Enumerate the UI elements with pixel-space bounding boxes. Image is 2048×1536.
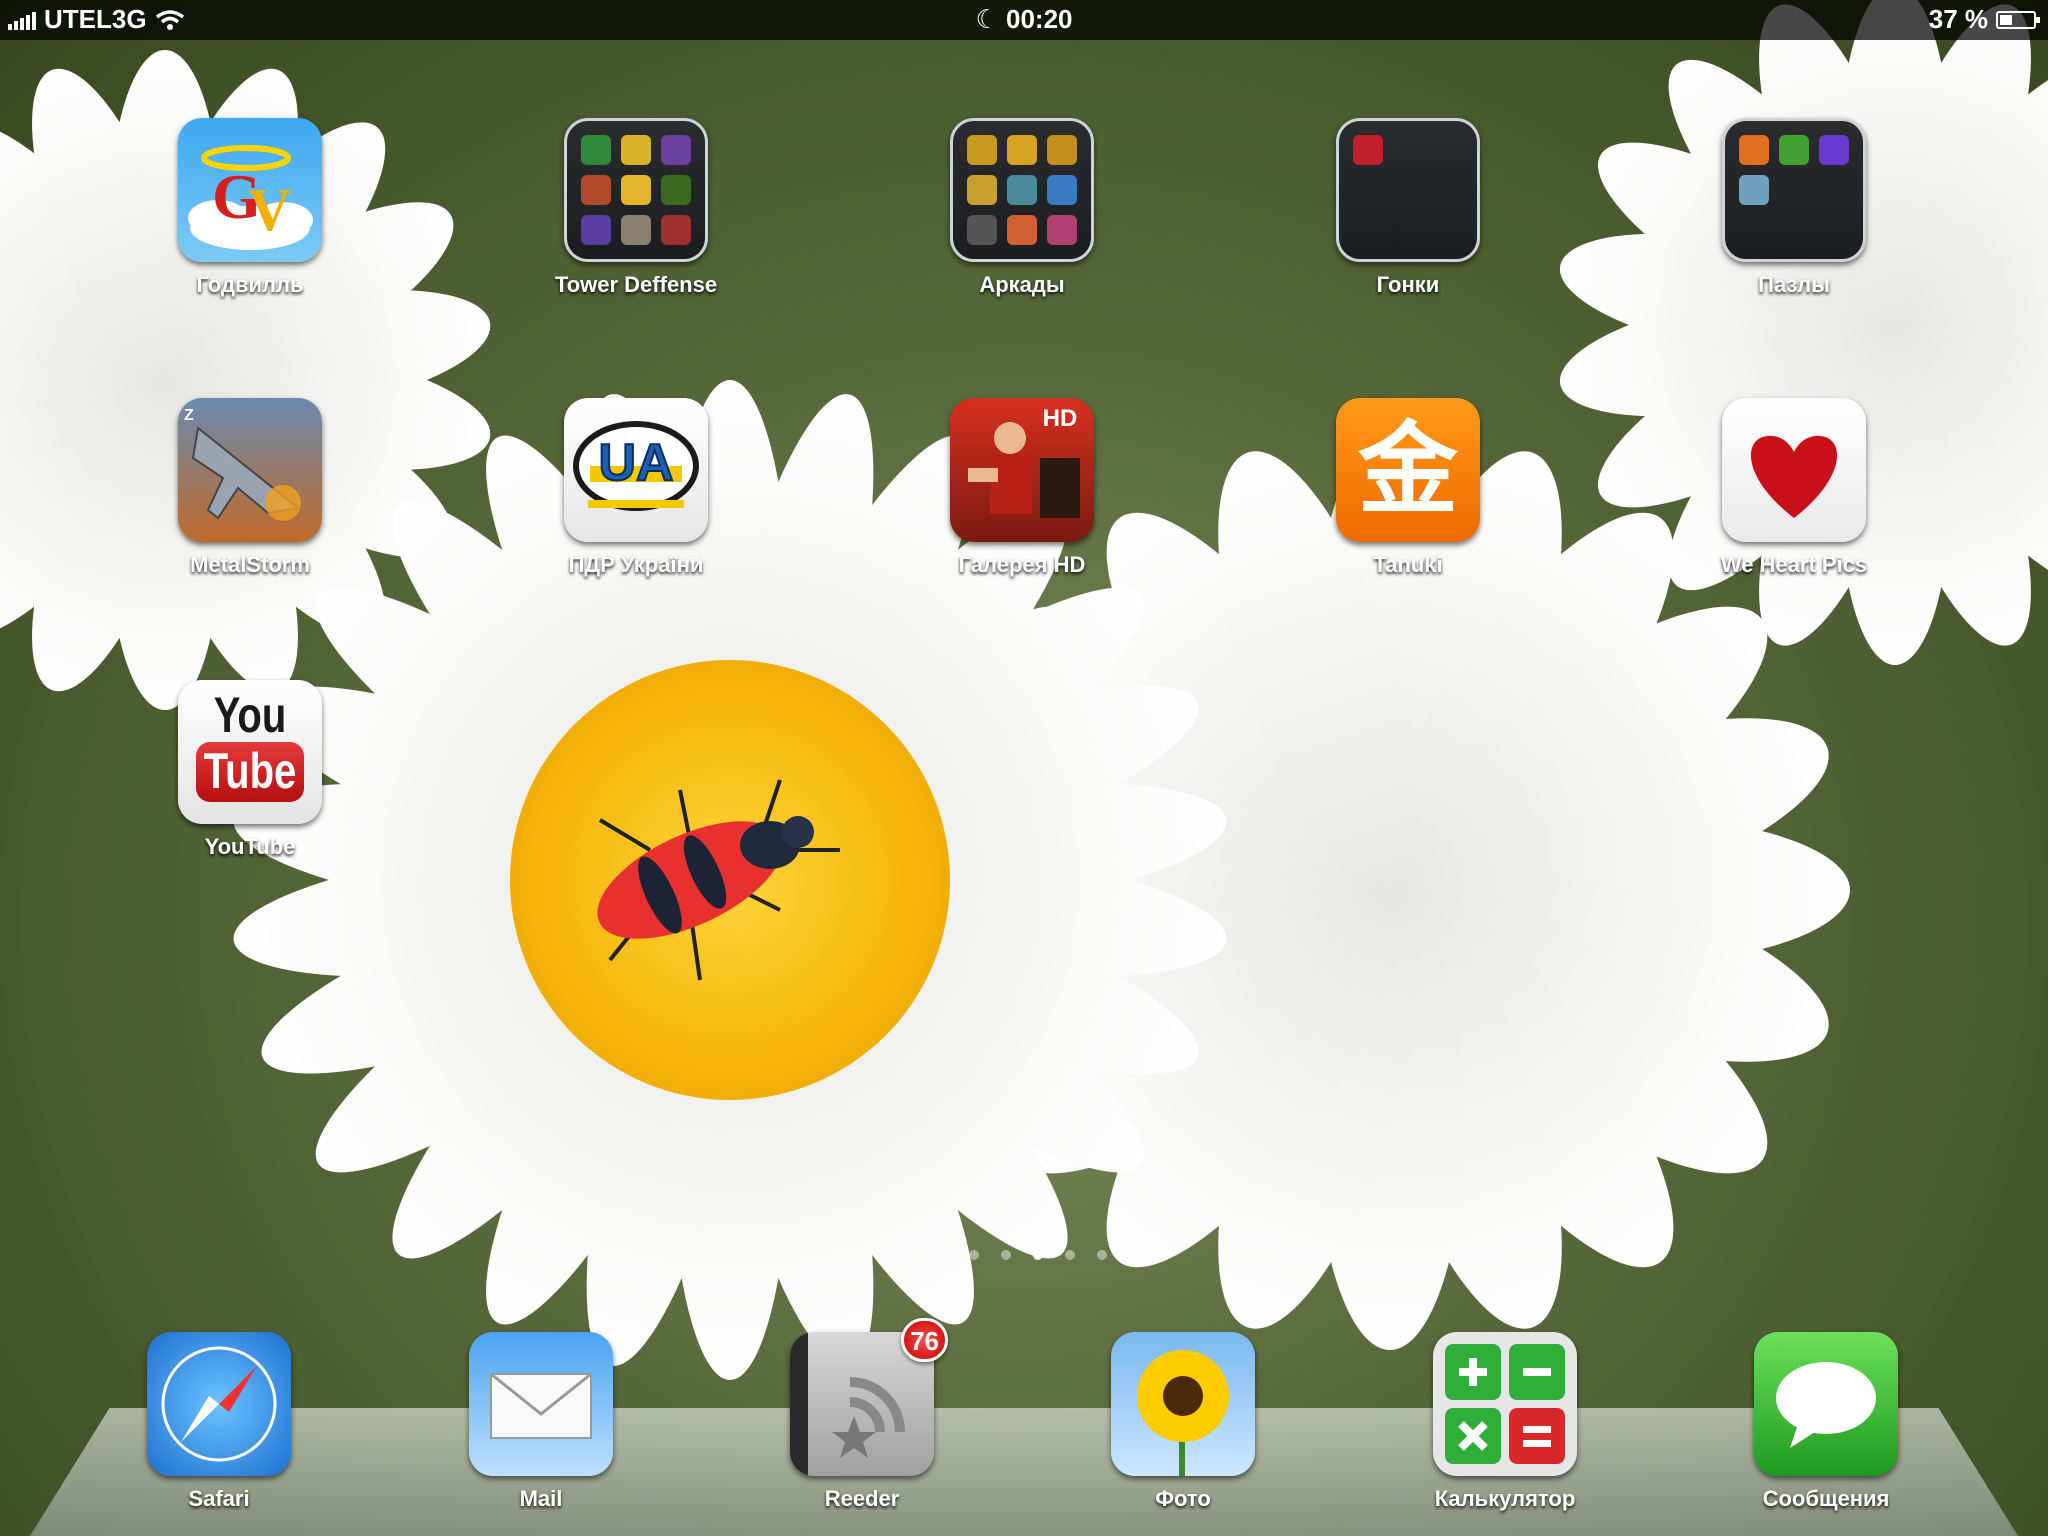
folder-label: Tower Deffense	[554, 272, 718, 297]
svg-text:Z: Z	[184, 407, 194, 424]
compass-icon	[147, 1332, 291, 1476]
godville-icon: G V	[178, 118, 322, 262]
kanji-glyph: 金	[1358, 414, 1458, 526]
calculator-icon	[1433, 1332, 1577, 1476]
svg-text:V: V	[248, 177, 291, 243]
app-label: MetalStorm	[190, 552, 310, 577]
moon-icon: ☾	[975, 4, 999, 34]
dock-label: Калькулятор	[1434, 1486, 1576, 1511]
dock-app-safari[interactable]: Safari	[119, 1332, 319, 1512]
dock-label: Reeder	[824, 1486, 900, 1511]
ua-badge-icon: UA	[564, 398, 708, 542]
folder-label: Пазлы	[1758, 272, 1830, 297]
folder-icon	[950, 118, 1094, 262]
folder-label: Гонки	[1376, 272, 1440, 297]
folder-label: Аркады	[979, 272, 1065, 297]
app-label: YouTube	[204, 834, 296, 859]
page-dot[interactable]	[968, 1250, 979, 1260]
sunflower-icon	[1111, 1332, 1255, 1476]
speech-bubble-icon	[1754, 1332, 1898, 1476]
app-youtube[interactable]: You Tube YouTube	[155, 680, 345, 860]
ua-text: UA	[598, 434, 673, 492]
app-label: Годвилль	[196, 272, 304, 297]
page-indicator[interactable]	[0, 1250, 2048, 1260]
status-bar: UTEL3G ☾ 00:20 37 %	[0, 0, 2048, 40]
app-label: Tanuki	[1373, 552, 1443, 577]
envelope-icon	[469, 1332, 613, 1476]
kanji-icon: 金	[1336, 398, 1480, 542]
folder-tower-defense[interactable]: Tower Deffense	[541, 118, 731, 298]
app-tanuki[interactable]: 金 Tanuki	[1313, 398, 1503, 578]
app-gallery-hd[interactable]: HD Галерея HD	[927, 398, 1117, 578]
dock	[30, 1408, 2018, 1536]
dock-label: Mail	[519, 1486, 563, 1511]
folder-icon	[1336, 118, 1480, 262]
hd-text: HD	[1043, 405, 1078, 432]
spotlight-search-icon[interactable]	[909, 1250, 920, 1260]
youtube-tube-text: Tube	[203, 743, 297, 799]
page-dot[interactable]	[1000, 1250, 1011, 1260]
folder-icon	[1722, 118, 1866, 262]
folder-icon	[564, 118, 708, 262]
dock-label: Сообщения	[1762, 1486, 1890, 1511]
dock-app-messages[interactable]: Сообщения	[1726, 1332, 1926, 1512]
dock-app-mail[interactable]: Mail	[441, 1332, 641, 1512]
app-godville[interactable]: G V Годвилль	[155, 118, 345, 298]
app-label: We Heart Pics	[1720, 552, 1868, 577]
page-dot[interactable]	[1032, 1250, 1043, 1260]
battery-percent: 37 %	[1928, 4, 1988, 34]
page-dot[interactable]	[1128, 1250, 1139, 1260]
page-dot[interactable]	[1096, 1250, 1107, 1260]
clock-time: 00:20	[1006, 4, 1073, 34]
poster-icon: HD	[950, 398, 1094, 542]
app-pdr-ukraine[interactable]: UA ПДР України	[541, 398, 731, 578]
dock-app-photos[interactable]: Фото	[1083, 1332, 1283, 1512]
heart-icon	[1722, 398, 1866, 542]
dock-app-calculator[interactable]: Калькулятор	[1405, 1332, 1605, 1512]
dock-app-reeder[interactable]: 76 Reeder	[762, 1318, 962, 1512]
folder-arcades[interactable]: Аркады	[927, 118, 1117, 298]
folder-racing[interactable]: Гонки	[1313, 118, 1503, 298]
youtube-you-text: You	[213, 687, 287, 743]
dock-label: Safari	[188, 1486, 250, 1511]
notification-badge: 76	[901, 1318, 948, 1362]
app-we-heart-pics[interactable]: We Heart Pics	[1699, 398, 1889, 578]
jet-fighter-icon: Z	[178, 398, 322, 542]
battery-icon	[1996, 10, 2040, 29]
app-metalstorm[interactable]: Z MetalStorm	[155, 398, 345, 578]
page-dot[interactable]	[1064, 1250, 1075, 1260]
dock-label: Фото	[1155, 1486, 1211, 1511]
app-label: ПДР України	[568, 552, 704, 577]
beetle-image	[597, 779, 840, 981]
youtube-icon: You Tube	[178, 680, 322, 824]
folder-puzzles[interactable]: Пазлы	[1699, 118, 1889, 298]
page-dot[interactable]	[936, 1250, 947, 1260]
app-label: Галерея HD	[958, 552, 1086, 577]
